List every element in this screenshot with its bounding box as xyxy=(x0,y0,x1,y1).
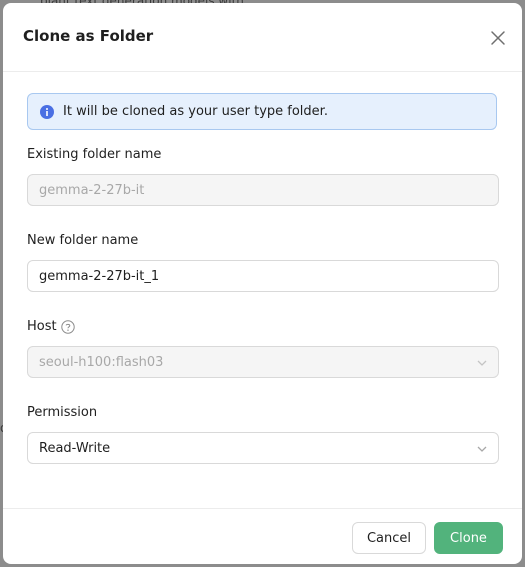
footer-divider xyxy=(3,508,522,509)
new-folder-label: New folder name xyxy=(27,233,139,248)
cancel-button[interactable]: Cancel xyxy=(352,522,426,554)
info-text: It will be cloned as your user type fold… xyxy=(63,104,328,119)
new-folder-input[interactable] xyxy=(27,260,499,292)
clone-button[interactable]: Clone xyxy=(434,522,503,554)
chevron-down-icon xyxy=(477,360,487,366)
close-icon[interactable] xyxy=(488,28,508,48)
host-label: Host xyxy=(27,319,57,334)
existing-folder-label: Existing folder name xyxy=(27,147,162,162)
dialog-title: Clone as Folder xyxy=(23,27,154,45)
host-select[interactable]: seoul-h100:flash03 xyxy=(27,346,499,378)
existing-folder-input[interactable] xyxy=(27,174,499,206)
chevron-down-icon xyxy=(477,446,487,452)
info-icon xyxy=(40,105,54,119)
info-alert: It will be cloned as your user type fold… xyxy=(27,93,497,130)
host-select-value: seoul-h100:flash03 xyxy=(39,355,164,370)
clone-folder-dialog: Clone as Folder It will be cloned as you… xyxy=(3,3,522,564)
dialog-header: Clone as Folder xyxy=(3,3,522,72)
permission-label: Permission xyxy=(27,405,98,420)
question-circle-icon[interactable] xyxy=(61,320,75,334)
permission-select[interactable]: Read-Write xyxy=(27,432,499,464)
permission-select-value: Read-Write xyxy=(39,441,111,456)
